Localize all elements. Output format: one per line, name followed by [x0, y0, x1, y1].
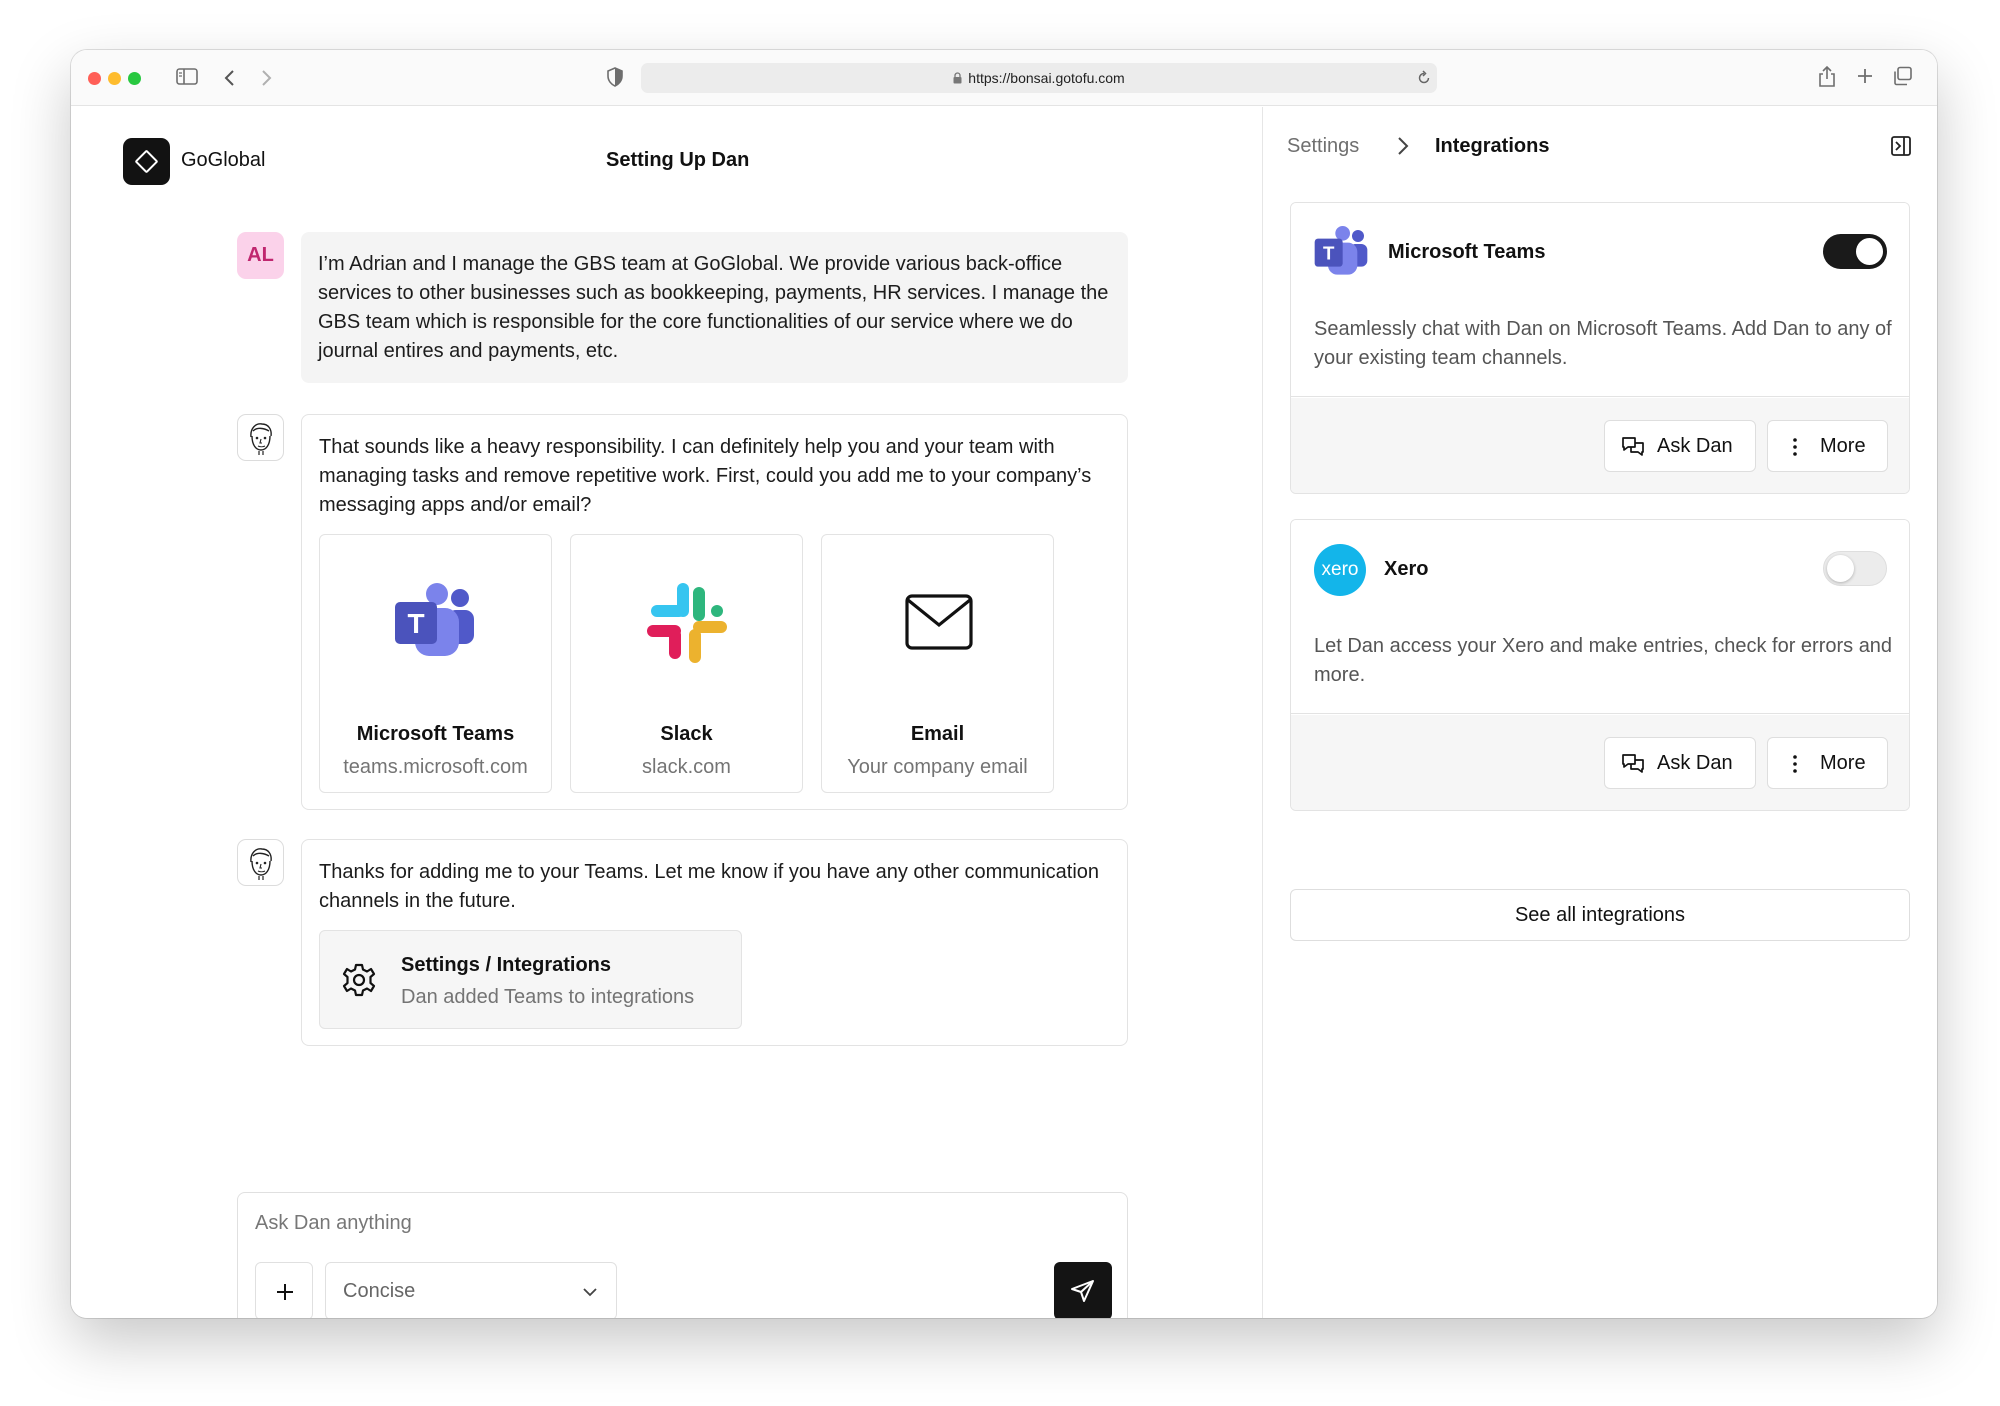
dan-message: Thanks for adding me to your Teams. Let … [301, 839, 1128, 1046]
ask-dan-button[interactable]: Ask Dan [1604, 737, 1756, 789]
dan-face-icon [250, 423, 272, 455]
address-bar[interactable]: https://bonsai.gotofu.com [641, 63, 1437, 93]
dan-avatar [237, 839, 284, 886]
xero-logo-icon: xero [1314, 544, 1366, 596]
integrations-panel: Settings Integrations T Microsoft Teams [1264, 107, 1937, 1318]
integration-description: Let Dan access your Xero and make entrie… [1314, 635, 1893, 686]
message-text: That sounds like a heavy responsibility.… [319, 436, 1092, 516]
ask-dan-button[interactable]: Ask Dan [1604, 420, 1756, 472]
composer-input[interactable]: Ask Dan anything [255, 1212, 412, 1235]
user-message: I’m Adrian and I manage the GBS team at … [301, 232, 1128, 383]
integration-name: Xero [1384, 558, 1429, 580]
more-vertical-icon [1793, 755, 1797, 773]
option-subtitle: slack.com [642, 756, 731, 778]
chevron-down-icon [583, 1288, 597, 1297]
chip-subtitle: Dan added Teams to integrations [401, 986, 695, 1008]
microsoft-teams-icon: T [1314, 226, 1368, 275]
chevron-right-icon [1398, 137, 1409, 155]
close-window-button[interactable] [88, 72, 101, 85]
microsoft-teams-icon: T [395, 583, 474, 656]
message-text: I’m Adrian and I manage the GBS team at … [318, 253, 1109, 362]
svg-text:T: T [407, 608, 424, 639]
browser-window: https://bonsai.gotofu.com GoGlobal Setti… [71, 50, 1937, 1318]
dan-face-icon [250, 848, 272, 880]
option-subtitle: Your company email [847, 756, 1028, 778]
integration-option-email[interactable]: Email Your company email [821, 534, 1054, 793]
url-value: https://bonsai.gotofu.com [968, 70, 1125, 86]
send-icon [1071, 1280, 1094, 1302]
chat-bubbles-icon [1622, 754, 1644, 773]
settings-integrations-link[interactable]: Settings / Integrations Dan added Teams … [319, 930, 742, 1029]
option-subtitle: teams.microsoft.com [343, 756, 528, 778]
breadcrumb-integrations: Integrations [1435, 135, 1550, 157]
teams-toggle[interactable] [1823, 234, 1887, 269]
privacy-shield-icon[interactable] [607, 67, 623, 92]
sidebar-toggle-icon[interactable] [176, 67, 198, 92]
forward-icon[interactable] [259, 68, 273, 93]
xero-toggle[interactable] [1823, 551, 1887, 586]
integration-option-slack[interactable]: Slack slack.com [570, 534, 803, 793]
message-composer: Ask Dan anything Concise [237, 1192, 1128, 1318]
button-label: Ask Dan [1657, 752, 1733, 774]
dan-avatar [237, 414, 284, 461]
toggle-knob [1856, 238, 1883, 265]
minimize-window-button[interactable] [108, 72, 121, 85]
see-all-integrations-button[interactable]: See all integrations [1290, 889, 1910, 941]
share-icon[interactable] [1818, 64, 1836, 93]
toggle-knob [1827, 555, 1854, 582]
chip-title: Settings / Integrations [401, 954, 612, 976]
zoom-window-button[interactable] [128, 72, 141, 85]
integration-card-xero: xero Xero Let Dan access your Xero and m… [1290, 519, 1910, 811]
chat-title: Setting Up Dan [606, 149, 750, 171]
integration-option-teams[interactable]: T Microsoft Teams teams.microsoft.com [319, 534, 552, 793]
back-icon[interactable] [223, 68, 237, 93]
card-actions: Ask Dan More [1291, 398, 1909, 493]
tab-overview-icon[interactable] [1893, 66, 1913, 91]
more-button[interactable]: More [1767, 420, 1888, 472]
lock-icon [953, 71, 962, 87]
slack-icon [647, 583, 727, 663]
more-vertical-icon [1793, 438, 1797, 456]
url-text: https://bonsai.gotofu.com [641, 70, 1437, 87]
integration-card-teams: T Microsoft Teams Seamlessly chat with D… [1290, 202, 1910, 494]
more-button[interactable]: More [1767, 737, 1888, 789]
chat-pane: GoGlobal Setting Up Dan AL I’m Adrian an… [71, 107, 1263, 1318]
card-header: T Microsoft Teams Seamlessly chat with D… [1291, 203, 1909, 397]
integration-name: Microsoft Teams [1388, 241, 1546, 263]
selected-mode: Concise [343, 1280, 416, 1302]
option-title: Email [910, 723, 965, 745]
brand-name: GoGlobal [181, 149, 266, 171]
app-logo[interactable] [123, 138, 170, 185]
plus-icon [277, 1284, 293, 1300]
send-button[interactable] [1054, 1262, 1112, 1318]
option-title: Slack [660, 723, 713, 745]
response-mode-select[interactable]: Concise [325, 1262, 617, 1318]
new-tab-icon[interactable] [1856, 67, 1874, 90]
button-label: Ask Dan [1657, 435, 1733, 457]
card-actions: Ask Dan More [1291, 715, 1909, 810]
dan-message: That sounds like a heavy responsibility.… [301, 414, 1128, 810]
envelope-icon [905, 594, 973, 650]
option-title: Microsoft Teams [356, 723, 515, 745]
gear-icon [342, 963, 376, 997]
breadcrumb-settings[interactable]: Settings [1287, 135, 1359, 158]
button-label: More [1820, 435, 1866, 457]
browser-toolbar: https://bonsai.gotofu.com [71, 50, 1937, 106]
chat-bubbles-icon [1622, 437, 1644, 456]
user-avatar: AL [237, 232, 284, 279]
collapse-panel-icon[interactable] [1890, 135, 1912, 157]
attach-button[interactable] [255, 1262, 313, 1318]
reload-icon[interactable] [1417, 70, 1431, 91]
diamond-logo-icon [134, 149, 159, 174]
button-label: More [1820, 752, 1866, 774]
message-text: Thanks for adding me to your Teams. Let … [319, 861, 1100, 912]
integration-description: Seamlessly chat with Dan on Microsoft Te… [1314, 318, 1892, 369]
svg-text:T: T [1323, 242, 1335, 263]
card-header: xero Xero Let Dan access your Xero and m… [1291, 520, 1909, 714]
